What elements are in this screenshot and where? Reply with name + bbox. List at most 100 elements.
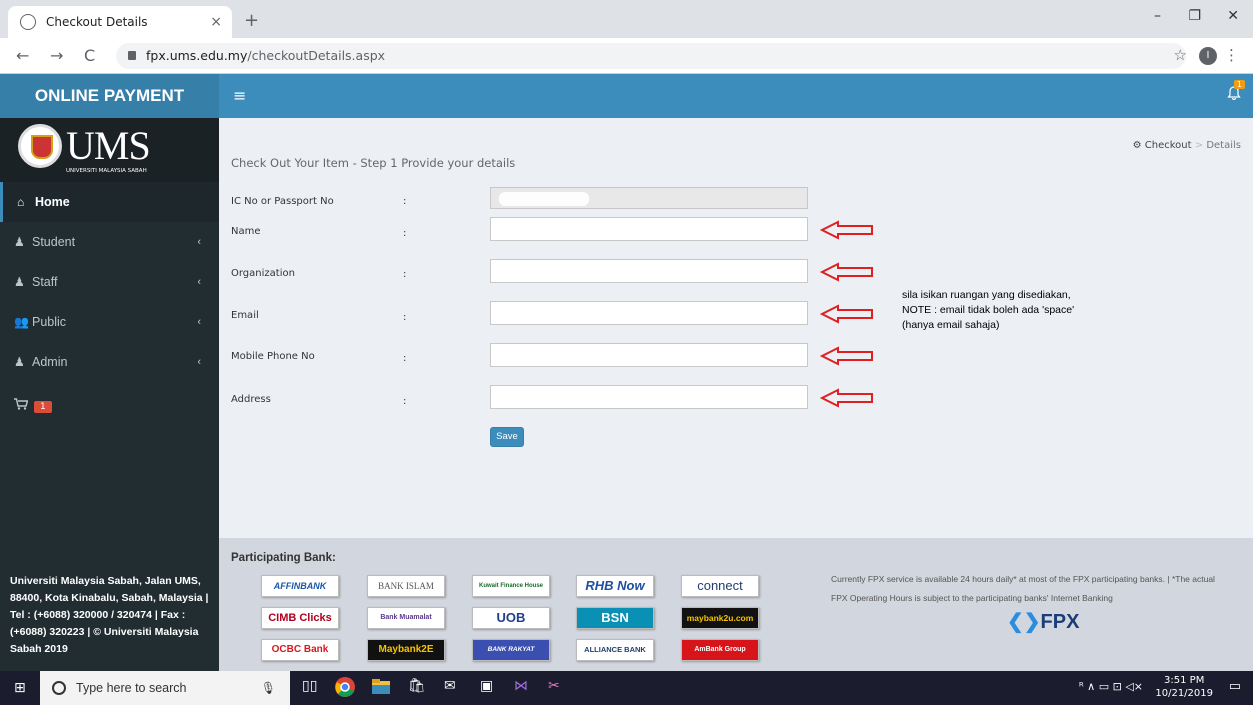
bank-logo-muamalat: Bank Muamalat <box>367 607 445 629</box>
sidebar-item-home[interactable]: ⌂ Home <box>0 182 219 222</box>
main-content: Check Out Your Item - Step 1 Provide you… <box>219 118 1253 538</box>
reload-button[interactable]: C <box>84 46 95 65</box>
sidebar-footer-address: Universiti Malaysia Sabah, Jalan UMS, 88… <box>0 573 219 671</box>
chevron-left-icon: ‹ <box>197 356 201 368</box>
email-colon: : <box>403 312 407 323</box>
lock-icon <box>128 51 136 60</box>
note-line: NOTE : email tidak boleh ada 'space' <box>902 304 1075 316</box>
sidebar-item-staff[interactable]: ♟ Staff ‹ <box>0 262 219 302</box>
instruction-note: sila isikan ruangan yang disediakan, NOT… <box>902 288 1074 333</box>
ums-logo-text: UMS <box>66 123 151 168</box>
organization-label: Organization <box>231 268 295 279</box>
ic-passport-input[interactable] <box>490 187 808 209</box>
bank-logo-affin: AFFINBANK <box>261 575 339 597</box>
bank-logo-cimb: CIMB Clicks <box>261 607 339 629</box>
photos-icon[interactable]: ▣ <box>480 678 493 694</box>
bank-logo-kfh: Kuwait Finance House <box>472 575 550 597</box>
ums-logo: UMS UNIVERSITI MALAYSIA SABAH <box>0 118 219 182</box>
bookmark-star-icon[interactable]: ☆ <box>1174 46 1187 64</box>
organization-colon: : <box>403 269 407 280</box>
bank-logo-ambank: AmBank Group <box>681 639 759 661</box>
name-colon: : <box>403 228 407 239</box>
cart-count-badge[interactable]: 1 <box>34 401 52 413</box>
note-line: sila isikan ruangan yang disediakan, <box>902 289 1071 301</box>
url-field[interactable]: fpx.ums.edu.my/checkoutDetails.aspx <box>116 43 1186 69</box>
name-label: Name <box>231 226 261 237</box>
user-icon: ♟ <box>14 275 25 289</box>
save-button[interactable]: Save <box>490 427 524 447</box>
minimize-button[interactable]: – <box>1154 8 1161 24</box>
sidebar-item-student[interactable]: ♟ Student ‹ <box>0 222 219 262</box>
bank-logo-maybank2u: maybank2u.com <box>681 607 759 629</box>
ums-logo-subtext: UNIVERSITI MALAYSIA SABAH <box>66 168 147 174</box>
ic-colon: : <box>403 196 407 207</box>
sidebar-item-label: Home <box>35 195 70 209</box>
chrome-icon[interactable] <box>334 676 356 702</box>
sidebar-item-label: Public <box>32 315 67 329</box>
breadcrumb-details: Details <box>1206 140 1241 151</box>
ic-label: IC No or Passport No <box>231 196 334 207</box>
browser-tab[interactable]: Checkout Details × <box>8 6 232 38</box>
top-navbar: ≡ 1 <box>219 74 1253 118</box>
breadcrumb-checkout[interactable]: Checkout <box>1145 140 1192 151</box>
url-domain: fpx.ums.edu.my <box>146 48 248 63</box>
forward-button[interactable]: → <box>50 46 63 65</box>
bank-logo-bsn: BSN <box>576 607 654 629</box>
sidebar-item-admin[interactable]: ♟ Admin ‹ <box>0 342 219 382</box>
windows-start-icon[interactable]: ⊞ <box>14 680 26 696</box>
browser-tab-bar: Checkout Details × + – ❐ ✕ <box>0 0 1253 38</box>
file-explorer-icon[interactable] <box>372 679 390 699</box>
taskbar-search-box[interactable]: Type here to search 🎙 <box>40 671 290 705</box>
bank-logo-uob: UOB <box>472 607 550 629</box>
menu-toggle-icon[interactable]: ≡ <box>233 86 246 105</box>
globe-icon <box>20 14 36 30</box>
name-input[interactable] <box>490 217 808 241</box>
clock-date: 10/21/2019 <box>1155 688 1213 699</box>
tab-close-icon[interactable]: × <box>210 14 222 30</box>
home-icon: ⌂ <box>17 195 25 209</box>
page-title: Check Out Your Item - Step 1 Provide you… <box>231 156 516 170</box>
back-button[interactable]: ← <box>16 46 29 65</box>
fpx-logo: ❮❯FPX <box>1007 609 1079 634</box>
restore-button[interactable]: ❐ <box>1188 8 1201 24</box>
fpx-chevron-icon: ❮❯ <box>1007 611 1041 633</box>
store-icon[interactable]: 🛍 <box>408 678 426 694</box>
mobile-label: Mobile Phone No <box>231 351 315 362</box>
participating-bank-title: Participating Bank: <box>231 552 336 564</box>
redacted-value <box>499 192 589 206</box>
clock-time: 3:51 PM <box>1164 675 1205 686</box>
notification-badge: 1 <box>1233 80 1245 89</box>
new-tab-button[interactable]: + <box>244 10 259 31</box>
bank-logo-maybank2e: Maybank2E <box>367 639 445 661</box>
bank-logo-connect: connect <box>681 575 759 597</box>
red-arrow-icon <box>820 388 873 408</box>
organization-input[interactable] <box>490 259 808 283</box>
email-input[interactable] <box>490 301 808 325</box>
mail-icon[interactable]: ✉ <box>444 678 456 694</box>
system-clock[interactable]: 3:51 PM 10/21/2019 <box>1155 674 1213 700</box>
bank-logo-rhb: RHB Now <box>576 575 654 597</box>
chevron-left-icon: ‹ <box>197 276 201 288</box>
microphone-icon[interactable]: 🎙 <box>261 671 276 705</box>
mobile-phone-input[interactable] <box>490 343 808 367</box>
cart-icon[interactable] <box>14 398 29 413</box>
users-icon: 👥 <box>14 315 29 329</box>
brand-logo[interactable]: ONLINE PAYMENT <box>0 74 219 118</box>
task-view-icon[interactable]: ▯▯ <box>302 678 317 694</box>
window-close-button[interactable]: ✕ <box>1227 8 1239 24</box>
action-center-icon[interactable]: ▭ <box>1229 679 1241 694</box>
mobile-colon: : <box>403 353 407 364</box>
profile-avatar[interactable]: I <box>1199 47 1217 65</box>
bank-logo-ocbc: OCBC Bank <box>261 639 339 661</box>
chevron-left-icon: ‹ <box>197 236 201 248</box>
browser-menu-icon[interactable]: ⋮ <box>1224 46 1239 64</box>
system-tray[interactable]: ᴿ ∧ ▭ ⊡ ◁× <box>1079 680 1143 693</box>
red-arrow-icon <box>820 346 873 366</box>
visual-studio-icon[interactable]: ⋈ <box>514 678 528 694</box>
sidebar-item-public[interactable]: 👥 Public ‹ <box>0 302 219 342</box>
snipping-tool-icon[interactable]: ✂ <box>548 678 560 694</box>
address-label: Address <box>231 394 271 405</box>
address-input[interactable] <box>490 385 808 409</box>
fpx-logo-text: FPX <box>1040 611 1080 633</box>
tab-title: Checkout Details <box>46 15 148 29</box>
